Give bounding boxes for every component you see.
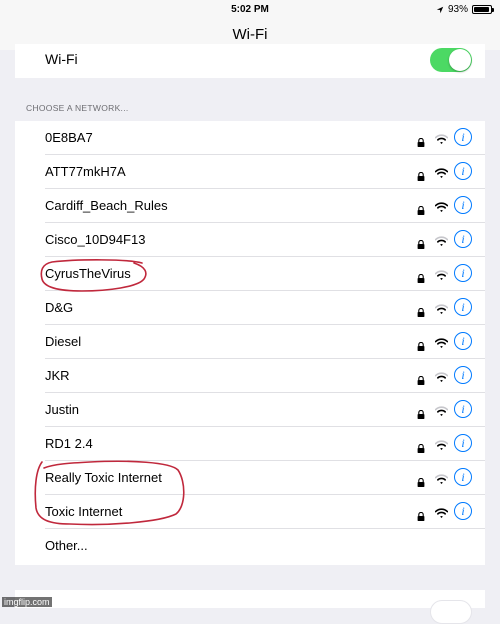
network-name: Justin: [45, 402, 79, 417]
info-icon[interactable]: i: [454, 128, 472, 146]
network-row[interactable]: ATT77mkH7A i: [15, 155, 485, 189]
wifi-signal-icon: [434, 234, 449, 246]
info-icon[interactable]: i: [454, 468, 472, 486]
lock-icon: [417, 236, 425, 249]
battery-percent: 93%: [447, 4, 468, 15]
network-list: 0E8BA7 i ATT77mkH7A i Cardiff_Beach_Rules i Ci…: [15, 121, 485, 565]
network-row[interactable]: 0E8BA7 i: [15, 121, 485, 155]
wifi-signal-icon: [434, 506, 449, 518]
network-name: 0E8BA7: [45, 130, 93, 145]
wifi-signal-icon: [434, 438, 449, 450]
network-name: Cisco_10D94F13: [45, 232, 146, 247]
wifi-signal-icon: [434, 404, 449, 416]
info-icon[interactable]: i: [454, 264, 472, 282]
lock-icon: [417, 134, 425, 147]
lock-icon: [417, 406, 425, 419]
info-icon[interactable]: i: [454, 502, 472, 520]
wifi-signal-icon: [434, 472, 449, 484]
network-row[interactable]: D&G i: [15, 291, 485, 325]
lock-icon: [417, 304, 425, 317]
lock-icon: [417, 508, 425, 521]
lock-icon: [417, 202, 425, 215]
wifi-signal-icon: [434, 336, 449, 348]
info-icon[interactable]: i: [454, 230, 472, 248]
battery-fill: [474, 7, 489, 12]
wifi-toggle-switch[interactable]: [430, 48, 472, 72]
network-row[interactable]: RD1 2.4 i: [15, 427, 485, 461]
info-icon[interactable]: i: [454, 162, 472, 180]
wifi-toggle-row: Wi-Fi: [15, 44, 485, 78]
watermark: imgflip.com: [2, 597, 52, 607]
network-name: RD1 2.4: [45, 436, 93, 451]
other-network-row[interactable]: Other...: [15, 529, 485, 563]
section-header: CHOOSE A NETWORK...: [26, 103, 129, 113]
network-row[interactable]: Cisco_10D94F13 i: [15, 223, 485, 257]
status-bar: 5:02 PM 93%: [0, 0, 500, 20]
lock-icon: [417, 338, 425, 351]
page-title: Wi-Fi: [232, 26, 268, 43]
network-name: Cardiff_Beach_Rules: [45, 198, 168, 213]
bottom-row: [15, 590, 485, 624]
wifi-signal-icon: [434, 132, 449, 144]
lock-icon: [417, 474, 425, 487]
network-row[interactable]: Really Toxic Internet i: [15, 461, 485, 495]
wifi-toggle-label: Wi-Fi: [45, 51, 78, 67]
status-time: 5:02 PM: [231, 4, 269, 15]
info-icon[interactable]: i: [454, 400, 472, 418]
info-icon[interactable]: i: [454, 332, 472, 350]
network-name: ATT77mkH7A: [45, 164, 126, 179]
wifi-signal-icon: [434, 302, 449, 314]
network-name: CyrusTheVirus: [45, 266, 131, 281]
wifi-signal-icon: [434, 370, 449, 382]
battery-icon: [472, 5, 494, 14]
network-name: Really Toxic Internet: [45, 470, 162, 485]
network-row[interactable]: Diesel i: [15, 325, 485, 359]
bottom-toggle-switch[interactable]: [430, 600, 472, 624]
network-name: Toxic Internet: [45, 504, 123, 519]
lock-icon: [417, 168, 425, 181]
wifi-signal-icon: [434, 166, 449, 178]
info-icon[interactable]: i: [454, 298, 472, 316]
lock-icon: [417, 440, 425, 453]
network-row[interactable]: JKR i: [15, 359, 485, 393]
other-network-label: Other...: [45, 538, 88, 553]
info-icon[interactable]: i: [454, 196, 472, 214]
info-icon[interactable]: i: [454, 434, 472, 452]
lock-icon: [417, 372, 425, 385]
network-row[interactable]: CyrusTheVirus i: [15, 257, 485, 291]
network-row[interactable]: Cardiff_Beach_Rules i: [15, 189, 485, 223]
toggle-knob: [449, 49, 471, 71]
network-name: JKR: [45, 368, 70, 383]
network-row[interactable]: Toxic Internet i: [15, 495, 485, 529]
status-right: 93%: [436, 4, 494, 15]
network-name: Diesel: [45, 334, 82, 349]
wifi-signal-icon: [434, 200, 449, 212]
network-row[interactable]: Justin i: [15, 393, 485, 427]
network-name: D&G: [45, 300, 74, 315]
wifi-signal-icon: [434, 268, 449, 280]
location-arrow-icon: [436, 6, 444, 13]
lock-icon: [417, 270, 425, 283]
info-icon[interactable]: i: [454, 366, 472, 384]
